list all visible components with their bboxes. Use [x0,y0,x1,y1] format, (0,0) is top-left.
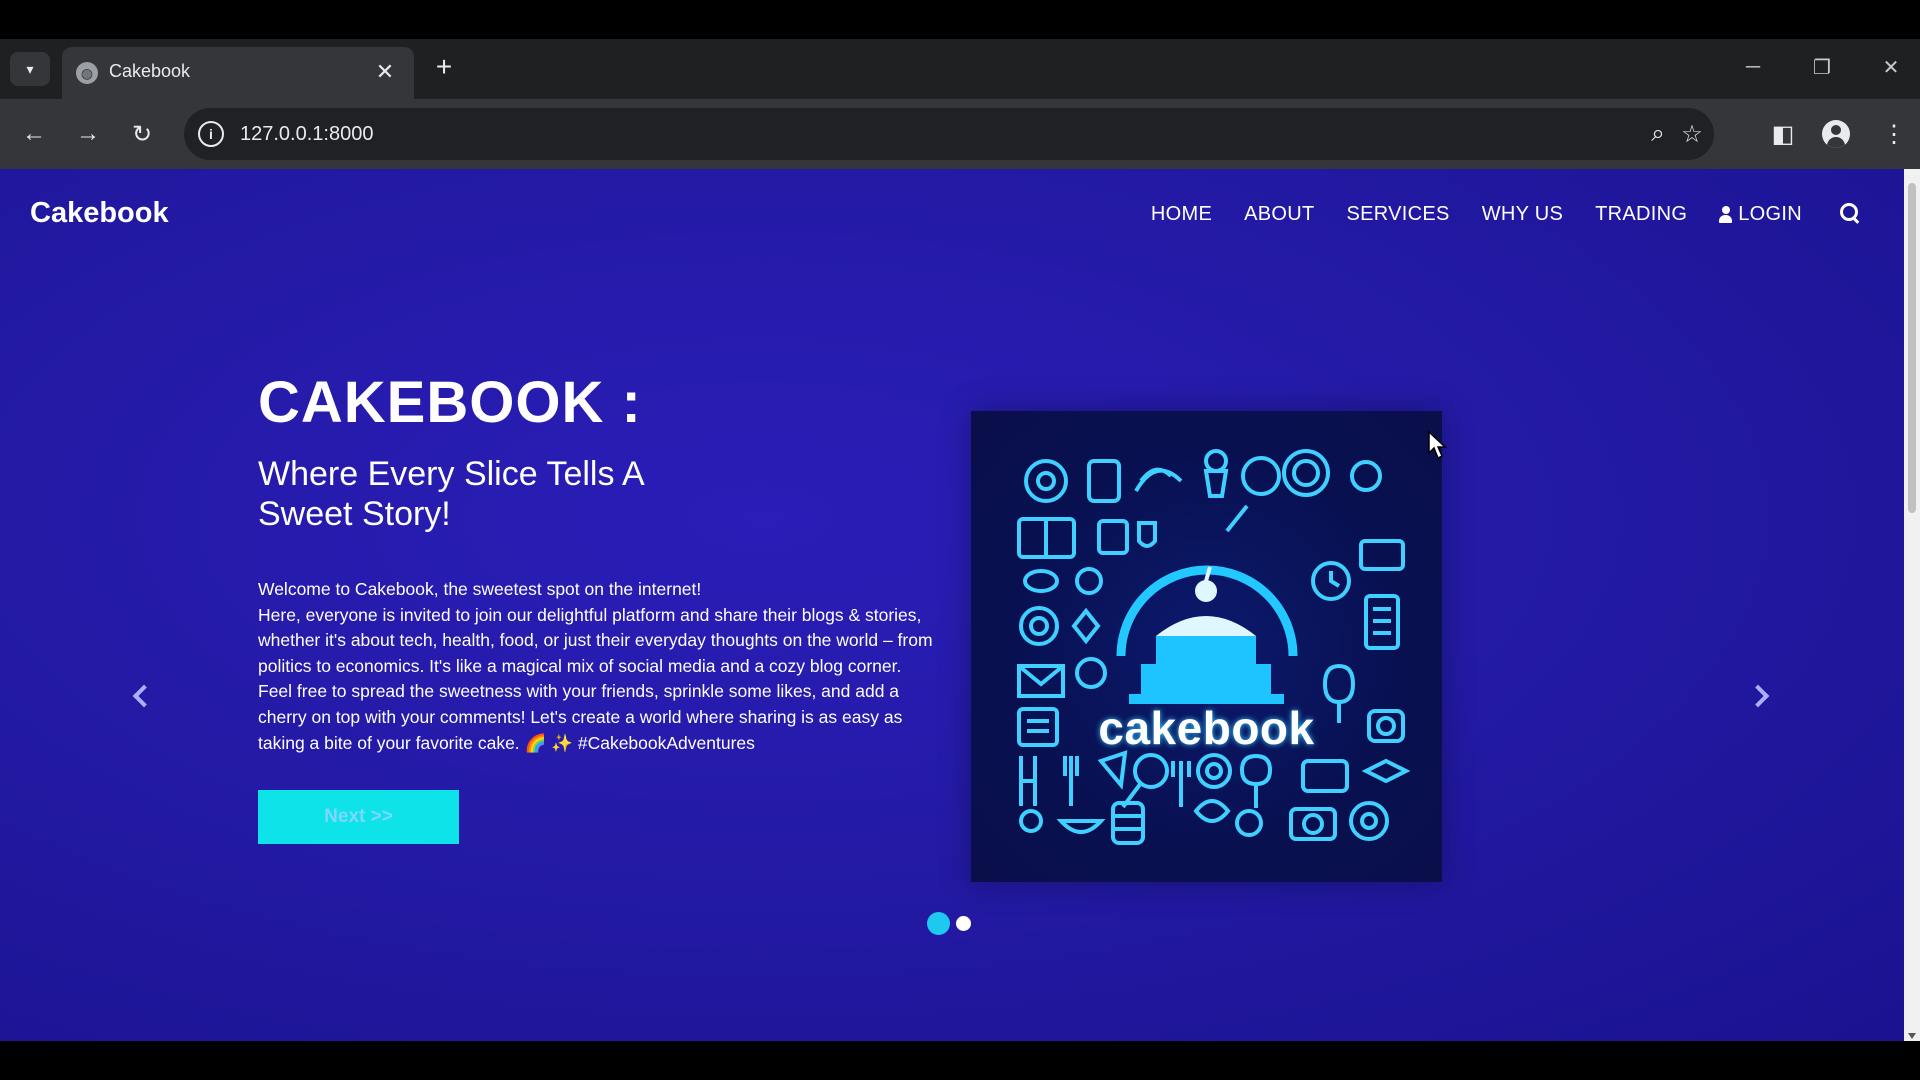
minimize-icon[interactable]: ─ [1735,52,1771,82]
tab-title: Cakebook [109,61,191,81]
browser-toolbar: ← → ↻ i 127.0.0.1:8000 ⌕ ☆ ◧ ⋮ [0,99,1920,169]
carousel-dot[interactable] [956,916,971,931]
zoom-icon[interactable]: ⌕ [1644,120,1672,148]
nav-about[interactable]: ABOUT [1244,203,1314,226]
browser-tab[interactable]: ◍ Cakebook ✕ [62,47,414,99]
next-button[interactable]: Next >> [258,790,459,844]
address-bar[interactable]: i 127.0.0.1:8000 ⌕ ☆ [184,108,1714,160]
side-panel-icon[interactable]: ◧ [1765,116,1801,152]
tab-search-chevron-icon[interactable]: ▾ [10,52,50,86]
forward-icon[interactable]: → [70,116,106,152]
nav-services[interactable]: SERVICES [1347,203,1450,226]
nav-login[interactable]: LOGIN [1719,203,1802,226]
mouse-cursor-icon [1428,431,1447,460]
carousel-next-icon[interactable] [1748,682,1772,710]
globe-icon: ◍ [76,62,98,84]
search-icon[interactable] [1840,203,1862,225]
nav-why-us[interactable]: WHY US [1482,203,1563,226]
restore-icon[interactable]: ❐ [1804,52,1840,82]
url-text[interactable]: 127.0.0.1:8000 [240,123,373,146]
screen-top-bar [0,0,1920,39]
scrollbar-thumb[interactable] [1908,183,1916,513]
reload-icon[interactable]: ↻ [124,116,160,152]
screen-bottom-bar [0,1041,1920,1080]
browser-tabstrip: ▾ ◍ Cakebook ✕ + ─ ❐ ✕ [0,39,1920,99]
hero-description-body: Here, everyone is invited to join our de… [258,604,933,753]
hero-title: CAKEBOOK : [258,370,642,435]
site-info-icon[interactable]: i [198,121,224,147]
close-window-icon[interactable]: ✕ [1873,52,1909,82]
user-icon [1719,206,1733,223]
hero-subtitle: Where Every Slice Tells A Sweet Story! [258,455,643,533]
close-tab-icon[interactable]: ✕ [370,57,400,87]
hero-description-intro: Welcome to Cakebook, the sweetest spot o… [258,579,702,599]
logo-wordmark: cakebook [1098,702,1315,754]
site-nav: HOME ABOUT SERVICES WHY US TRADING LOGIN [1151,203,1802,226]
carousel-prev-icon[interactable] [130,682,154,710]
bookmark-star-icon[interactable]: ☆ [1678,120,1706,148]
back-icon[interactable]: ← [16,116,52,152]
scroll-down-arrow-icon[interactable] [1908,1033,1916,1039]
cakebook-logo-image: cakebook [971,411,1442,882]
new-tab-icon[interactable]: + [428,51,460,83]
nav-trading[interactable]: TRADING [1595,203,1687,226]
carousel-dot-active[interactable] [927,912,950,935]
profile-avatar-icon[interactable] [1822,120,1850,148]
nav-home[interactable]: HOME [1151,203,1212,226]
menu-kebab-icon[interactable]: ⋮ [1876,116,1912,152]
site-brand[interactable]: Cakebook [30,197,169,230]
page-viewport: Cakebook HOME ABOUT SERVICES WHY US TRAD… [0,169,1904,1041]
icon-collage [1017,449,1411,845]
hero-description: Welcome to Cakebook, the sweetest spot o… [258,577,936,756]
login-label: LOGIN [1738,203,1802,225]
carousel-indicators [927,912,971,935]
page-scrollbar[interactable] [1904,169,1920,1041]
